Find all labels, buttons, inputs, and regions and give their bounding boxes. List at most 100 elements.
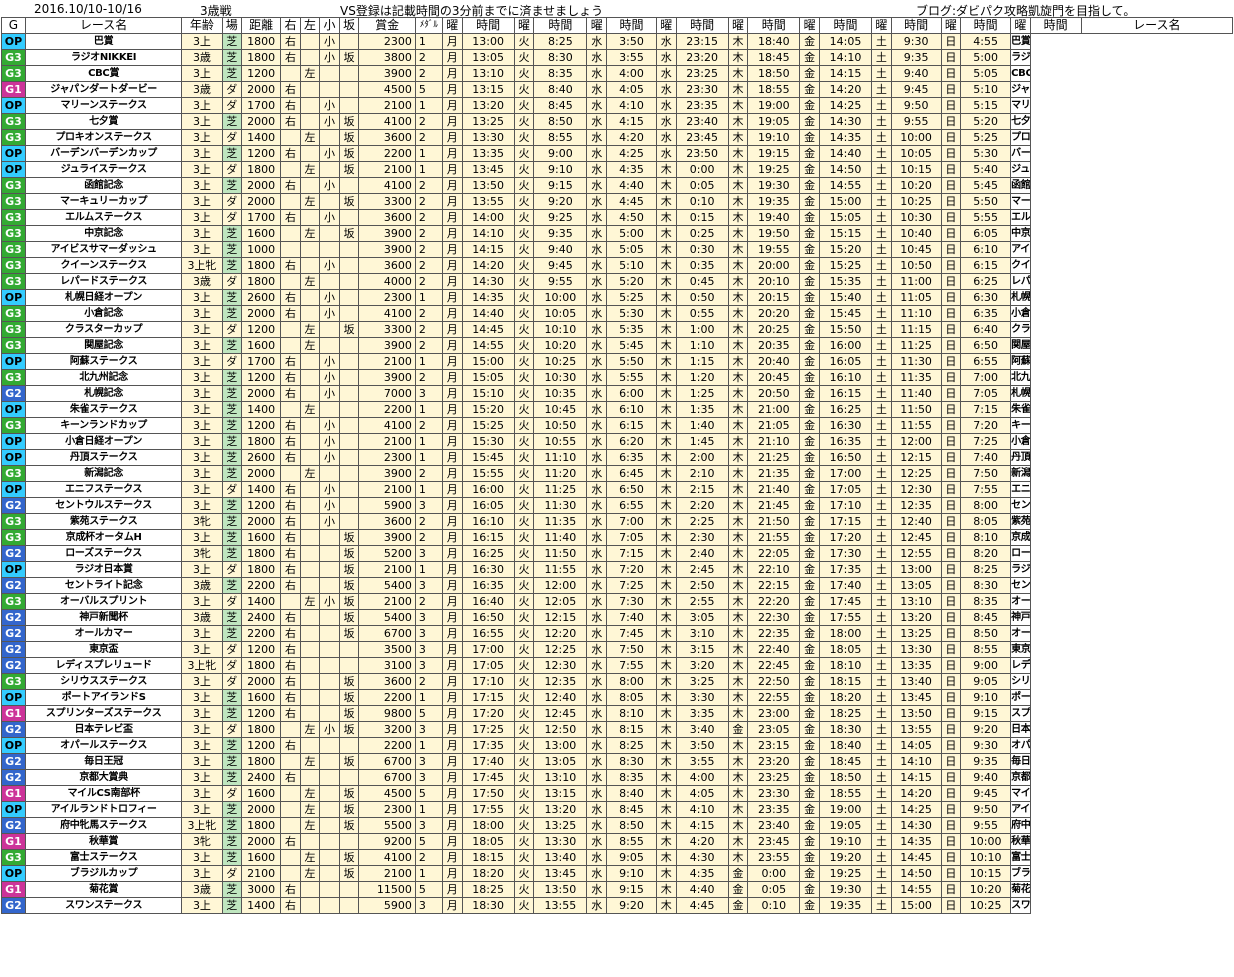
table-row: G3 オーバルスプリント 3上ダ 1400 左小坂 2100 2 月 16:40 火 12:05 水 7… — [1, 593, 1233, 610]
time-cell: 11:35 — [890, 369, 942, 386]
race-name: アイルランドトロフィー — [1010, 801, 1031, 818]
distance-cell: 1600 — [241, 225, 282, 242]
medal-cell: 1 — [414, 97, 444, 114]
weekday-cell: 月 — [442, 625, 463, 642]
course-flag-cell: 坂 — [338, 225, 360, 242]
weekday-cell: 日 — [940, 321, 962, 338]
weekday-cell: 日 — [940, 417, 962, 434]
course-flag-cell: 左 — [299, 337, 321, 354]
course-flag-cell — [299, 897, 321, 914]
time-cell: 17:50 — [461, 785, 515, 802]
weekday-cell: 木 — [727, 753, 749, 770]
weekday-cell: 火 — [513, 321, 535, 338]
course-flag-cell: 坂 — [338, 705, 360, 722]
time-cell: 9:40 — [533, 241, 588, 258]
time-cell: 8:35 — [960, 593, 1012, 610]
time-cell: 15:15 — [818, 225, 873, 242]
time-cell: 10:05 — [890, 145, 942, 162]
weekday-cell: 月 — [442, 785, 463, 802]
weekday-cell: 火 — [513, 161, 535, 178]
medal-cell: 3 — [414, 609, 444, 626]
time-cell: 15:00 — [890, 897, 942, 914]
weekday-cell: 木 — [656, 785, 677, 802]
medal-cell: 3 — [414, 817, 444, 834]
course-flag-cell — [319, 225, 340, 242]
weekday-cell: 金 — [799, 769, 820, 786]
weekday-cell: 日 — [940, 529, 962, 546]
time-cell: 5:05 — [606, 241, 657, 258]
table-row: G3 キーンランドカップ 3上芝 1200 右小 4100 2 月 15:25 火 10:50 水 6:… — [1, 417, 1233, 434]
time-cell: 5:20 — [960, 113, 1012, 130]
table-row: G2 セントライト記念 3歳芝 2200 右坂 5400 3 月 16:35 火 12:00 水 7:2… — [1, 577, 1233, 594]
course-flag-cell: 坂 — [338, 593, 360, 610]
weekday-cell: 木 — [727, 193, 749, 210]
time-cell: 16:15 — [461, 529, 515, 546]
weekday-cell: 金 — [799, 881, 820, 898]
weekday-cell: 水 — [586, 593, 608, 610]
time-cell: 19:10 — [747, 129, 801, 146]
weekday-cell: 土 — [871, 881, 892, 898]
course-flag-cell: 坂 — [338, 577, 360, 594]
grade-badge: OP — [1, 449, 26, 466]
weekday-cell: 木 — [656, 849, 677, 866]
weekday-cell: 火 — [513, 385, 535, 402]
weekday-cell: 水 — [656, 97, 677, 114]
prize-cell: 6700 — [358, 625, 416, 642]
time-cell: 20:35 — [747, 337, 801, 354]
race-name: 函館記念 — [24, 177, 183, 194]
weekday-cell: 月 — [442, 193, 463, 210]
race-name: 関屋記念 — [1010, 337, 1031, 354]
weekday-cell: 木 — [727, 305, 749, 322]
weekday-cell: 土 — [871, 593, 892, 610]
medal-cell: 1 — [414, 433, 444, 450]
course-flag-cell: 坂 — [338, 689, 360, 706]
weekday-cell: 木 — [656, 305, 677, 322]
time-cell: 13:30 — [533, 833, 588, 850]
course-flag-cell — [338, 353, 360, 370]
weekday-cell: 木 — [727, 497, 749, 514]
table-row: G3 京成杯オータムH 3上芝 1600 右坂 3900 2 月 16:15 火 11:40 水 7:0… — [1, 529, 1233, 546]
race-name: マイルCS南部杯 — [1010, 785, 1031, 802]
age-cell: 3上 — [181, 865, 223, 882]
course-flag-cell — [319, 865, 340, 882]
weekday-cell: 水 — [586, 161, 608, 178]
time-cell: 15:20 — [461, 401, 515, 418]
race-name: ラジオ日本賞 — [1010, 561, 1031, 578]
grade-badge: G2 — [1, 753, 26, 770]
race-name: 小倉日経オープン — [24, 433, 183, 450]
time-cell: 8:50 — [960, 625, 1012, 642]
weekday-cell: 木 — [656, 401, 677, 418]
time-cell: 5:30 — [606, 305, 657, 322]
course-flag-cell — [338, 33, 360, 50]
surface-cell: ダ — [221, 161, 243, 178]
weekday-cell: 火 — [513, 65, 535, 82]
time-cell: 2:30 — [675, 529, 729, 546]
weekday-cell: 木 — [727, 673, 749, 690]
weekday-cell: 火 — [513, 209, 535, 226]
race-name: プロキオンステークス — [1010, 129, 1031, 146]
course-flag-cell: 右 — [280, 81, 301, 98]
column-header: レース名 — [1080, 17, 1234, 34]
course-flag-cell — [338, 449, 360, 466]
grade-badge: G2 — [1, 609, 26, 626]
prize-cell: 2200 — [358, 145, 416, 162]
age-cell: 3上牝 — [181, 817, 223, 834]
time-cell: 7:20 — [960, 417, 1012, 434]
course-flag-cell — [280, 193, 301, 210]
age-cell: 3上 — [181, 897, 223, 914]
medal-cell: 3 — [414, 385, 444, 402]
surface-cell: 芝 — [221, 417, 243, 434]
time-cell: 18:55 — [818, 785, 873, 802]
prize-cell: 3600 — [358, 209, 416, 226]
weekday-cell: 木 — [727, 849, 749, 866]
race-name: ジャパンダートダービー — [1010, 81, 1031, 98]
time-cell: 7:50 — [606, 641, 657, 658]
time-cell: 16:00 — [461, 481, 515, 498]
grade-badge: G1 — [1, 81, 26, 98]
age-cell: 3上 — [181, 705, 223, 722]
table-row: G3 富士ステークス 3上芝 1600 左坂 4100 2 月 18:15 火 13:40 水 9:05… — [1, 849, 1233, 866]
time-cell: 13:55 — [890, 721, 942, 738]
time-cell: 14:35 — [818, 129, 873, 146]
grade-badge: G2 — [1, 721, 26, 738]
race-name: オーバルスプリント — [24, 593, 183, 610]
